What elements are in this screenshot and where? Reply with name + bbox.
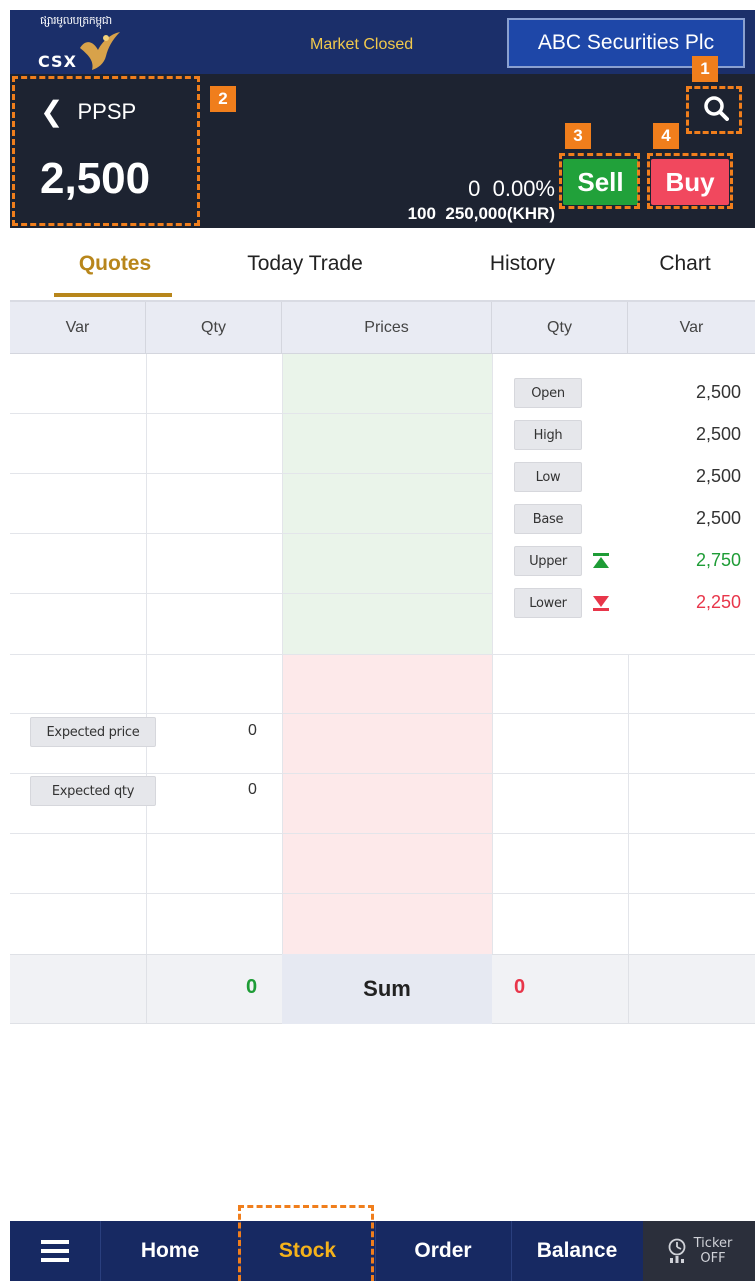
nav-balance[interactable]: Balance	[511, 1221, 643, 1281]
app-frame: ផ្សារមូលបត្រកម្ពុជា CSX Market Closed AB…	[10, 10, 755, 1281]
lower-label: Lower	[514, 588, 582, 618]
csx-logo: ផ្សារមូលបត្រកម្ពុជា CSX	[28, 14, 148, 71]
tab-quotes[interactable]: Quotes	[30, 228, 200, 300]
grid-line	[628, 954, 629, 1024]
tab-today-trade[interactable]: Today Trade	[220, 228, 390, 300]
ticker-label-line1: Ticker	[693, 1236, 733, 1251]
base-label: Base	[514, 504, 582, 534]
tab-chart[interactable]: Chart	[615, 228, 755, 300]
ticker-clock-icon	[668, 1238, 686, 1263]
grid-line	[10, 713, 755, 714]
high-value: 2,500	[695, 424, 741, 444]
badge-stock-info: 2	[210, 86, 236, 112]
ask-price-column	[282, 354, 492, 654]
col-header-prices: Prices	[282, 302, 492, 354]
upper-label: Upper	[514, 546, 582, 576]
grid-line	[628, 654, 629, 954]
lower-value: 2,250	[695, 592, 741, 612]
grid-line	[10, 654, 755, 655]
col-header-buy-var: Var	[628, 302, 755, 354]
ticker-toggle[interactable]: Ticker OFF	[643, 1221, 755, 1281]
high-label: High	[514, 420, 582, 450]
col-header-sell-qty: Qty	[146, 302, 282, 354]
open-value: 2,500	[695, 382, 741, 402]
low-value: 2,500	[695, 466, 741, 486]
grid-line	[10, 533, 492, 534]
low-label: Low	[514, 462, 582, 492]
callout-buy	[647, 153, 733, 209]
expected-price-value: 0	[248, 722, 257, 739]
volume: 100	[407, 204, 436, 223]
nav-home[interactable]: Home	[100, 1221, 240, 1281]
grid-line	[10, 413, 492, 414]
expected-qty-label: Expected qty	[30, 776, 156, 806]
price-change: 0 0.00%	[468, 176, 555, 202]
expected-price-label: Expected price	[30, 717, 156, 747]
change-percent: 0.00%	[492, 176, 555, 201]
callout-stock-nav	[238, 1205, 374, 1281]
base-value: 2,500	[695, 508, 741, 528]
callout-stock-info	[12, 76, 200, 226]
sum-ask-qty: 0	[514, 976, 526, 998]
col-header-sell-var: Var	[10, 302, 146, 354]
ticker-label-line2: OFF	[700, 1251, 726, 1266]
bird-icon	[80, 32, 120, 70]
grid-line	[10, 833, 755, 834]
upper-limit-icon	[593, 553, 609, 568]
top-bar: ផ្សារមូលបត្រកម្ពុជា CSX Market Closed AB…	[10, 10, 755, 74]
grid-line	[10, 473, 492, 474]
ticker-label: Ticker OFF	[694, 1236, 733, 1266]
trade-value: 250,000(KHR)	[445, 204, 555, 223]
tab-history[interactable]: History	[440, 228, 605, 300]
grid-line	[10, 593, 492, 594]
menu-button[interactable]	[10, 1221, 100, 1281]
nav-order[interactable]: Order	[375, 1221, 511, 1281]
logo-text: CSX	[38, 52, 77, 71]
change-value: 0	[468, 176, 481, 201]
open-label: Open	[514, 378, 582, 408]
lower-limit-icon	[593, 596, 609, 611]
hamburger-menu-icon	[41, 1240, 69, 1262]
bottom-nav: Home Stock Order Balance Ticker OFF	[10, 1221, 755, 1281]
badge-sell: 3	[565, 123, 591, 149]
grid-line	[10, 893, 755, 894]
badge-buy: 4	[653, 123, 679, 149]
grid-line	[10, 773, 755, 774]
sum-bid-qty: 0	[246, 976, 258, 998]
col-header-buy-qty: Qty	[492, 302, 628, 354]
badge-search: 1	[692, 56, 718, 82]
grid-line	[146, 954, 147, 1024]
tab-bar: Quotes Today Trade History Chart	[10, 228, 755, 302]
expected-qty-value: 0	[248, 781, 257, 798]
bid-price-column	[282, 654, 492, 954]
sum-label: Sum	[282, 954, 492, 1024]
upper-value: 2,750	[695, 550, 741, 570]
active-tab-indicator	[54, 293, 172, 297]
callout-search	[686, 86, 742, 134]
volume-value: 100 250,000(KHR)	[408, 204, 555, 224]
market-status: Market Closed	[310, 36, 414, 53]
callout-sell	[559, 153, 640, 209]
